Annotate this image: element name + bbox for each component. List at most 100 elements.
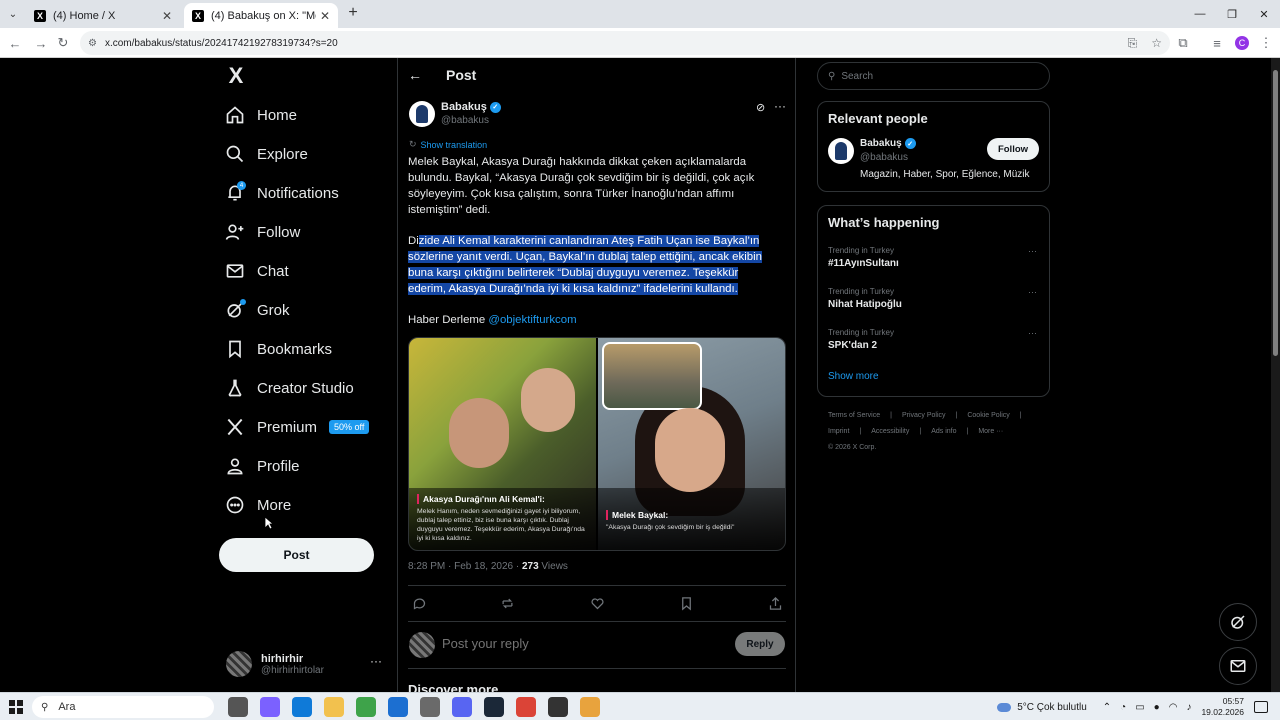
back-arrow-icon[interactable]: ← [408,67,422,83]
browser-tab-post[interactable]: X (4) Babakuş on X: "Melek Bayka ✕ [184,3,338,28]
show-more-link[interactable]: Show more [818,363,1049,394]
footer-link[interactable]: Imprint [828,428,849,435]
footer-link[interactable]: Privacy Policy [902,412,946,419]
nav-item-notifications[interactable]: 4 Notifications [222,174,339,212]
taskbar-search[interactable]: ⚲ Ara [32,696,214,718]
bookmark-icon[interactable] [677,594,695,612]
file-explorer-icon[interactable] [324,697,344,717]
minimize-icon[interactable]: — [1184,0,1216,28]
nav-item-creator-studio[interactable]: Creator Studio [222,369,354,407]
reply-icon[interactable] [410,594,428,612]
repost-icon[interactable] [498,594,516,612]
tab-list-dropdown-icon[interactable]: ⌄ [4,5,22,23]
outlook-icon[interactable] [388,697,408,717]
browser-menu-icon[interactable]: ⋮ [1257,34,1275,52]
author-name[interactable]: Babakuş ✓ [441,101,501,113]
footer-link[interactable]: Ads info [931,428,956,435]
grok-fab-button[interactable] [1219,603,1257,641]
app-icon[interactable] [420,697,440,717]
nav-item-follow[interactable]: Follow [222,213,300,251]
search-field[interactable]: ⚲ [817,62,1050,90]
footer-link[interactable]: Accessibility [871,428,909,435]
post-time[interactable]: 8:28 PM · Feb 18, 2026 · [408,561,522,572]
app-icon[interactable] [548,697,568,717]
nav-item-home[interactable]: Home [222,96,297,134]
more-dots-icon[interactable]: ··· [1028,328,1037,338]
address-bar[interactable]: ⚙ x.com/babakus/status/20241742192783197… [80,31,1170,55]
battery-icon[interactable]: ▭ [1135,702,1144,713]
reload-icon[interactable]: ↻ [54,34,72,52]
clock[interactable]: 05:57 19.02.2026 [1201,696,1244,718]
more-dots-icon[interactable]: ··· [774,99,786,113]
notification-center-icon[interactable] [1254,701,1268,713]
trend-item[interactable]: Trending in Turkey SPK'dan 2 ··· [818,322,1049,363]
nav-item-explore[interactable]: Explore [222,135,308,173]
steam-icon[interactable] [484,697,504,717]
browser-tab-home[interactable]: X (4) Home / X ✕ [26,3,180,28]
show-translation-link[interactable]: ↻ Show translation [409,139,487,150]
reply-input[interactable] [442,636,722,651]
bookmark-star-icon[interactable]: ☆ [1151,36,1162,51]
wifi-icon[interactable]: ◠ [1169,702,1178,713]
tab-close-icon[interactable]: ✕ [162,9,172,23]
relevant-person[interactable]: Babakuş ✓ @babakus Magazin, Haber, Spor,… [818,126,1049,188]
x-logo-icon[interactable]: X [224,63,248,88]
trend-item[interactable]: Trending in Turkey Nihat Hatipoğlu ··· [818,281,1049,322]
like-heart-icon[interactable] [588,594,606,612]
nav-item-premium[interactable]: Premium 50% off [222,408,370,446]
share-icon[interactable] [766,594,784,612]
chrome-icon[interactable] [516,697,536,717]
author-handle[interactable]: @babakus [441,115,489,126]
avatar[interactable] [828,138,854,164]
chevron-up-icon[interactable]: ⌃ [1103,702,1111,713]
restore-icon[interactable]: ❐ [1216,0,1248,28]
extensions-icon[interactable]: ⧉ [1174,34,1192,52]
weather-widget[interactable]: 5°C Çok bulutlu [997,702,1087,713]
back-icon[interactable]: ← [6,34,24,52]
nav-item-grok[interactable]: Grok [222,291,290,329]
network-icon[interactable]: ◔ [1120,702,1126,713]
more-dots-icon[interactable]: ··· [370,654,382,668]
mention-link[interactable]: @objektifturkcom [488,314,576,326]
grok-explain-icon[interactable]: ⊘ [756,101,765,114]
nav-item-profile[interactable]: Profile [222,447,300,485]
footer-link[interactable]: More ··· [978,428,1003,435]
trend-item[interactable]: Trending in Turkey #11AyınSultanı ··· [818,240,1049,281]
more-dots-icon[interactable]: ··· [1028,287,1037,297]
post-media[interactable]: Akasya Durağı'nın Ali Kemal'i: Melek Han… [408,337,786,551]
edge-icon[interactable] [292,697,312,717]
task-view-icon[interactable] [228,697,248,717]
author-avatar[interactable] [409,101,435,127]
install-app-icon[interactable]: ⎘ [1128,36,1138,51]
media-control-icon[interactable]: ≡ [1208,34,1226,52]
windows-start-icon[interactable] [9,700,23,714]
reply-button[interactable]: Reply [735,632,785,656]
account-switcher[interactable]: hirhirhir @hirhirhirtolar ··· [226,648,386,680]
page-scrollbar[interactable] [1271,58,1280,692]
footer-link[interactable]: Terms of Service [828,412,880,419]
compose-post-button[interactable]: Post [219,538,374,572]
app-icon[interactable] [580,697,600,717]
nav-item-bookmarks[interactable]: Bookmarks [222,330,332,368]
more-dots-icon[interactable]: ··· [1028,246,1037,256]
copilot-icon[interactable] [260,697,280,717]
forward-icon[interactable]: → [32,34,50,52]
person-name[interactable]: Babakuş ✓ [860,138,916,149]
scrollbar-thumb[interactable] [1273,70,1278,356]
tab-close-icon[interactable]: ✕ [320,9,330,23]
new-tab-button[interactable]: + [344,4,362,22]
volume-icon[interactable]: ♪ [1186,702,1191,713]
messages-fab-button[interactable] [1219,647,1257,685]
close-window-icon[interactable]: ✕ [1248,0,1280,28]
post-text-plain: Haber Derleme [408,314,489,326]
follow-button[interactable]: Follow [987,138,1039,160]
profile-avatar[interactable]: C [1233,34,1251,52]
microphone-icon[interactable]: ● [1154,702,1160,713]
site-info-icon[interactable]: ⚙ [88,38,97,49]
nav-item-chat[interactable]: Chat [222,252,289,290]
discord-icon[interactable] [452,697,472,717]
search-input[interactable] [841,70,1022,82]
store-icon[interactable] [356,697,376,717]
footer-link[interactable]: Cookie Policy [967,412,1009,419]
nav-item-more[interactable]: More [222,486,291,524]
